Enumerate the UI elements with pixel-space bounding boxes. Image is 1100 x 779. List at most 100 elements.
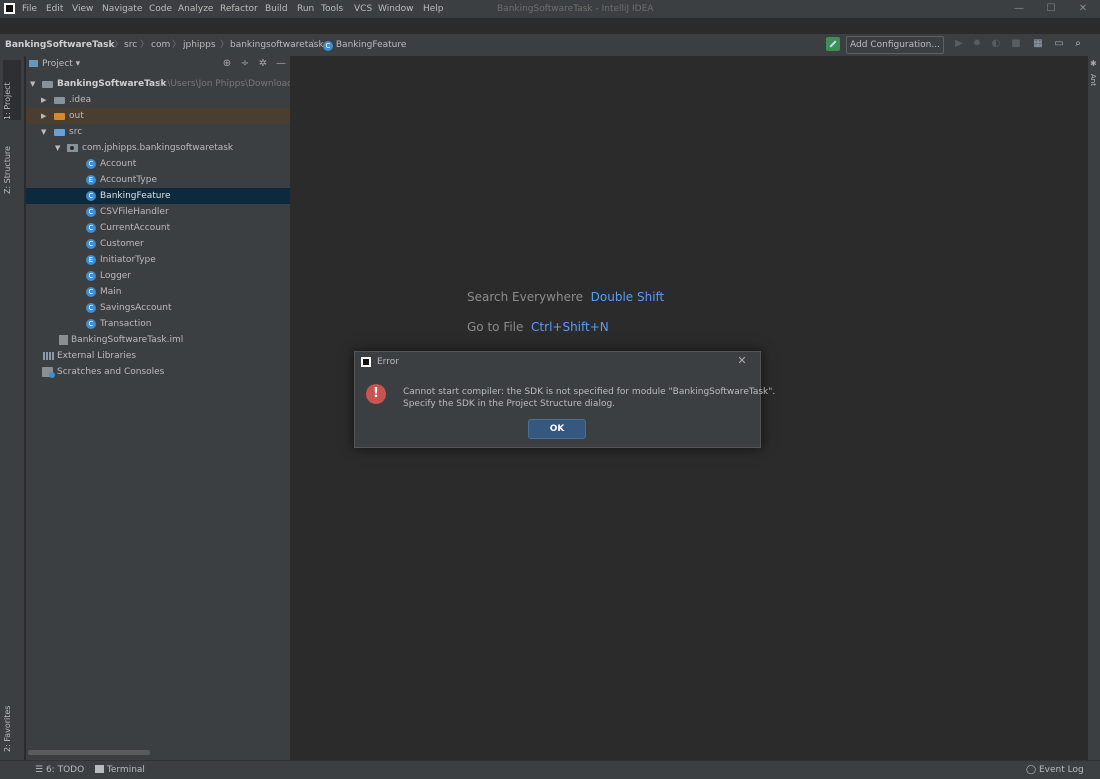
tree-item-class[interactable]: C Customer [26,236,290,252]
breadcrumb-project[interactable]: BankingSoftwareTask [5,39,114,51]
tree-item-class[interactable]: C Main [26,284,290,300]
scratches-icon [42,367,55,378]
tree-item-out[interactable]: ▶ out [26,108,290,124]
tree-item-label: Scratches and Consoles [57,367,165,377]
tree-item-class[interactable]: C CurrentAccount [26,220,290,236]
project-path: C:\Users\Jon Phipps\Downloads [158,79,290,89]
list-icon: ☰ [35,765,44,775]
status-bar: ☰ 6: TODO Terminal ◯ Event Log [0,760,1100,779]
tree-item-class[interactable]: E InitiatorType [26,252,290,268]
terminal-tab[interactable]: Terminal [95,764,145,776]
tree-item-label: Logger [100,271,132,281]
right-tool-strip: ✱ Ant [1088,56,1100,760]
tree-item-label: .idea [69,95,92,105]
window-title: BankingSoftwareTask - IntelliJ IDEA [497,4,654,14]
minimize-icon[interactable]: — [1012,2,1026,16]
tree-item-label: Transaction [100,319,152,329]
close-icon[interactable]: ✕ [735,354,749,368]
ok-button[interactable]: OK [528,419,586,439]
search-everywhere-hint: Search Everywhere Double Shift [467,290,665,304]
project-view-selector[interactable]: Project ▾ [42,58,80,70]
enum-icon: E [86,255,96,265]
build-hammer-icon[interactable] [826,37,840,51]
tree-item-class-selected[interactable]: C BankingFeature [26,188,290,204]
menu-build[interactable]: Build [265,3,288,15]
tree-item-iml[interactable]: BankingSoftwareTask.iml [26,332,290,348]
presentation-icon[interactable]: ▭ [1053,38,1065,50]
class-icon: C [86,319,96,329]
error-icon: ! [366,384,386,404]
package-icon [67,144,78,152]
tree-item-class[interactable]: C CSVFileHandler [26,204,290,220]
breadcrumb-package[interactable]: bankingsoftwaretask [230,39,324,51]
intellij-logo-icon [4,3,15,14]
tree-item-label: com.jphipps.bankingsoftwaretask [82,143,234,153]
breadcrumb-jphipps[interactable]: jphipps [183,39,216,51]
menu-tools[interactable]: Tools [321,3,343,15]
tree-item-class[interactable]: E AccountType [26,172,290,188]
menu-edit[interactable]: Edit [46,3,63,15]
maximize-icon[interactable]: ☐ [1044,2,1058,16]
tab-favorites[interactable]: 2: Favorites [3,688,21,752]
project-structure-icon[interactable]: ▦ [1032,38,1044,50]
module-folder-icon [42,81,53,88]
stop-icon[interactable]: ■ [1010,38,1022,50]
left-tool-strip: 1: Project Z: Structure 2: Favorites [0,56,24,760]
menu-file[interactable]: File [22,3,37,15]
tree-item-src[interactable]: ▼ src [26,124,290,140]
class-icon: C [86,159,96,169]
debug-icon[interactable]: ✹ [971,38,983,50]
breadcrumb-src[interactable]: src [124,39,137,51]
menu-help[interactable]: Help [423,3,444,15]
dialog-title-bar: Error ✕ [355,352,760,372]
folder-icon [54,97,65,104]
intellij-logo-icon [361,357,371,367]
close-window-icon[interactable]: ✕ [1076,2,1090,16]
tree-item-external-libraries[interactable]: External Libraries [26,348,290,364]
breadcrumb-file[interactable]: C BankingFeature [323,39,406,51]
dialog-title: Error [377,357,399,367]
run-icon[interactable]: ▶ [953,38,965,50]
tree-item-class[interactable]: C Transaction [26,316,290,332]
tree-item-idea[interactable]: ▶ .idea [26,92,290,108]
class-icon: C [323,41,333,51]
todo-tab[interactable]: ☰ 6: TODO [35,764,84,776]
event-log-tab[interactable]: ◯ Event Log [1026,764,1084,776]
libraries-icon [43,352,54,360]
locate-icon[interactable]: ⊕ [220,57,234,71]
tree-item-class[interactable]: C Logger [26,268,290,284]
menu-navigate[interactable]: Navigate [102,3,142,15]
tree-item-label: Account [100,159,137,169]
class-icon: C [86,223,96,233]
search-icon[interactable]: ⌕ [1072,38,1084,50]
menu-refactor[interactable]: Refactor [220,3,258,15]
tree-item-project-root[interactable]: ▼ BankingSoftwareTask C:\Users\Jon Phipp… [26,76,290,92]
breadcrumb-com[interactable]: com [151,39,170,51]
class-icon: C [86,207,96,217]
tree-item-label: BankingFeature [100,191,171,201]
tree-item-class[interactable]: C Account [26,156,290,172]
menu-analyze[interactable]: Analyze [178,3,213,15]
menu-code[interactable]: Code [149,3,172,15]
tree-item-label: out [69,111,84,121]
hide-panel-icon[interactable]: — [274,57,288,71]
project-view-icon [29,60,38,67]
tree-item-class[interactable]: C SavingsAccount [26,300,290,316]
horizontal-scrollbar[interactable] [28,750,150,755]
gear-icon[interactable]: ✲ [256,57,270,71]
menu-view[interactable]: View [72,3,93,15]
menu-window[interactable]: Window [378,3,414,15]
tree-item-package[interactable]: ▼ com.jphipps.bankingsoftwaretask [26,140,290,156]
menu-run[interactable]: Run [297,3,314,15]
tree-item-scratches[interactable]: Scratches and Consoles [26,364,290,380]
go-to-file-hint: Go to File Ctrl+Shift+N [467,320,609,334]
tab-structure[interactable]: Z: Structure [3,128,21,194]
tab-ant[interactable]: Ant [1089,74,1097,86]
tree-item-label: Customer [100,239,144,249]
menu-vcs[interactable]: VCS [354,3,372,15]
coverage-icon[interactable]: ◐ [990,38,1002,50]
tab-project[interactable]: 1: Project [3,60,21,120]
add-configuration-button[interactable]: Add Configuration... [846,36,944,54]
error-message: Cannot start compiler: the SDK is not sp… [403,387,776,409]
collapse-all-icon[interactable]: ÷ [238,57,252,71]
